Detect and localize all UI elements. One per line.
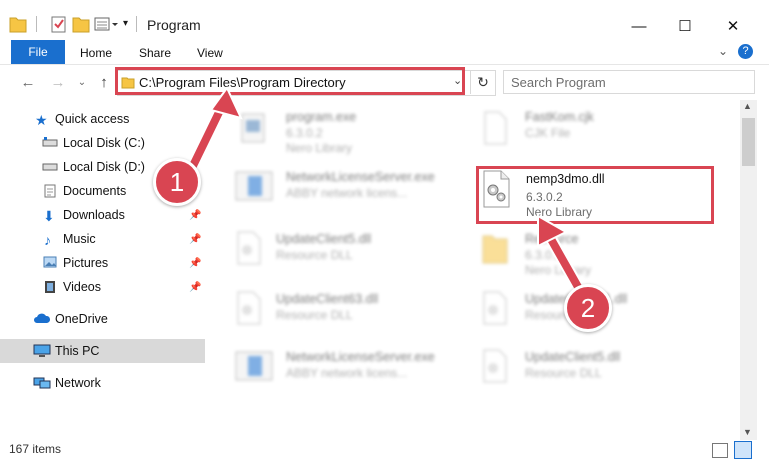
recent-dropdown-icon[interactable]: ⌄ <box>72 72 92 92</box>
large-icons-view-icon[interactable] <box>734 441 752 459</box>
downloads-icon: ⬇ <box>43 208 55 224</box>
forward-button[interactable]: → <box>48 72 68 92</box>
pin-icon[interactable]: 📌 <box>189 210 201 221</box>
chevron-down-icon[interactable]: ⌄ <box>718 44 728 58</box>
music-icon: ♪ <box>44 232 51 248</box>
folder-icon[interactable] <box>9 14 27 34</box>
scrollbar-thumb[interactable] <box>742 118 755 166</box>
address-highlight <box>115 67 465 95</box>
drive-icon <box>42 160 58 174</box>
documents-icon <box>43 184 59 198</box>
qat-dropdown-icon[interactable]: ▾ <box>123 18 128 29</box>
exe-file-icon <box>234 170 273 206</box>
search-placeholder[interactable]: Search Program <box>511 75 606 90</box>
up-button[interactable]: ↑ <box>94 72 114 92</box>
network-icon <box>33 376 51 390</box>
sidebar-item-onedrive[interactable]: OneDrive <box>0 307 205 331</box>
back-button[interactable]: ← <box>18 72 38 92</box>
new-folder-icon[interactable] <box>72 14 90 34</box>
folder-icon <box>480 230 510 266</box>
maximize-button[interactable]: ☐ <box>662 12 708 40</box>
tab-share[interactable]: Share <box>139 46 171 60</box>
sidebar-item-pictures[interactable]: Pictures 📌 <box>0 251 205 275</box>
tab-home[interactable]: Home <box>80 46 112 60</box>
customize-toolbar-icon[interactable] <box>94 14 118 34</box>
annotation-badge-2: 2 <box>564 284 612 332</box>
dll-file-icon <box>480 348 510 384</box>
dll-file-icon <box>234 230 264 266</box>
sidebar-item-this-pc[interactable]: This PC <box>0 339 205 363</box>
help-icon[interactable]: ? <box>738 44 753 59</box>
properties-icon[interactable] <box>50 14 68 34</box>
window-title: Program <box>147 17 201 33</box>
cloud-icon <box>33 312 51 326</box>
sidebar-item-quick-access[interactable]: ★ Quick access <box>0 107 205 131</box>
sidebar-item-network[interactable]: Network <box>0 371 205 395</box>
divider <box>36 16 37 32</box>
pin-icon[interactable]: 📌 <box>189 282 201 293</box>
sidebar-item-music[interactable]: ♪ Music 📌 <box>0 227 205 251</box>
file-icon <box>480 110 510 146</box>
pictures-icon <box>43 256 59 270</box>
star-icon: ★ <box>35 112 48 128</box>
videos-icon <box>43 280 59 294</box>
exe-file-icon <box>238 110 268 146</box>
sidebar-item-downloads[interactable]: ⬇ Downloads 📌 <box>0 203 205 227</box>
pin-icon[interactable]: 📌 <box>189 234 201 245</box>
file-highlight <box>476 166 714 224</box>
scroll-down-icon[interactable]: ▼ <box>743 427 752 437</box>
item-count: 167 items <box>9 442 62 456</box>
tab-view[interactable]: View <box>197 46 223 60</box>
ribbon-bar <box>0 40 769 65</box>
address-dropdown-icon[interactable]: ⌄ <box>453 74 462 87</box>
exe-file-icon <box>234 350 273 386</box>
sidebar-item-local-disk-c[interactable]: Local Disk (C:) <box>0 131 205 155</box>
annotation-badge-1: 1 <box>153 158 201 206</box>
dll-file-icon <box>480 290 510 326</box>
sidebar-item-videos[interactable]: Videos 📌 <box>0 275 205 299</box>
close-button[interactable]: ✕ <box>710 12 756 40</box>
scroll-up-icon[interactable]: ▲ <box>743 101 752 111</box>
refresh-icon[interactable]: ↻ <box>470 70 495 94</box>
dll-file-icon <box>234 290 264 326</box>
details-view-icon[interactable] <box>712 443 728 458</box>
tab-file[interactable]: File <box>11 40 65 64</box>
pin-icon[interactable]: 📌 <box>189 258 201 269</box>
minimize-button[interactable]: — <box>616 12 662 40</box>
divider <box>136 16 137 32</box>
computer-icon <box>33 344 51 358</box>
drive-icon <box>42 136 58 150</box>
